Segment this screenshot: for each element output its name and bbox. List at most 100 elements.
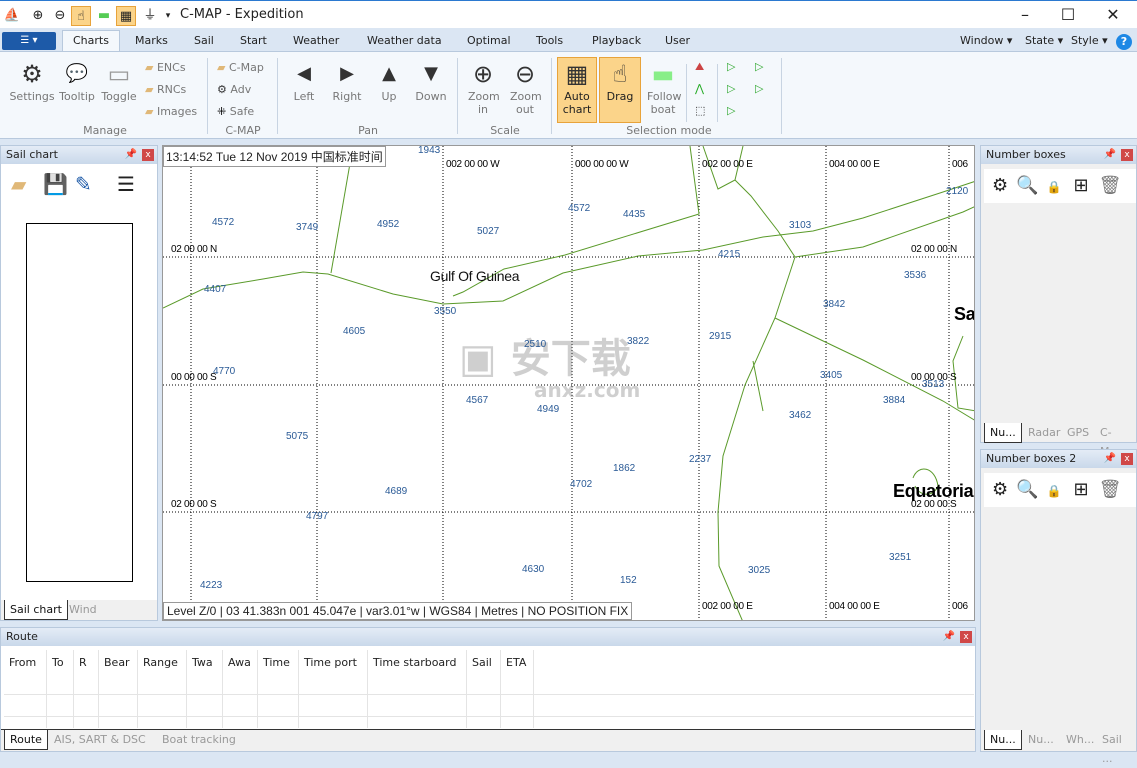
table-row[interactable] <box>4 716 974 717</box>
tab-route[interactable]: Route <box>4 730 48 750</box>
tab-wh[interactable]: Wh... <box>1061 730 1099 750</box>
longitude-label: 002 00 00 W <box>446 159 500 170</box>
boat-line-icon[interactable]: ▷ <box>727 82 735 95</box>
pin-icon[interactable]: 📌 <box>943 628 955 646</box>
help-icon[interactable]: ? <box>1116 34 1132 50</box>
safe-button[interactable]: ⁜ Safe <box>217 105 254 118</box>
depth-sounding: 4952 <box>377 219 400 230</box>
zoom-in-icon[interactable]: ⊕ <box>28 6 48 26</box>
tab-sail[interactable]: Sail <box>184 33 224 52</box>
search-icon[interactable]: 🔍 <box>1016 479 1038 500</box>
pan-up-button[interactable]: ▲ Up <box>372 58 406 103</box>
route-table: From To R Bear Range Twa Awa Time Time port Time … <box>4 650 974 728</box>
sail-chart-title: Sail chart <box>6 148 58 161</box>
tab-start[interactable]: Start <box>230 33 277 52</box>
tab-sail-chart[interactable]: Sail chart <box>4 600 68 620</box>
depth-sounding: 3822 <box>627 336 650 347</box>
tab-wind[interactable]: Wind <box>64 600 102 620</box>
tab-marks[interactable]: Marks <box>125 33 178 52</box>
close-icon[interactable]: x <box>1121 149 1133 161</box>
pin-icon[interactable]: 📌 <box>1104 450 1116 468</box>
layout-icon[interactable]: ⊞ <box>1074 175 1089 196</box>
minimize-button[interactable]: – <box>1005 5 1045 24</box>
table-row[interactable] <box>4 694 974 695</box>
cmap-button[interactable]: ▰ C-Map <box>217 61 264 74</box>
tab-weather[interactable]: Weather <box>283 33 349 52</box>
tab-user[interactable]: User <box>655 33 700 52</box>
select-pointer-icon[interactable]: ⬚ <box>695 104 705 117</box>
tab-boat-tracking[interactable]: Boat tracking <box>157 730 241 750</box>
boat-split-icon[interactable]: ▷ <box>755 60 763 73</box>
open-folder-icon[interactable]: ▰ <box>11 172 26 196</box>
tab-charts[interactable]: Charts <box>62 30 120 53</box>
gear-icon[interactable]: ⚙ <box>992 479 1008 500</box>
settings-button[interactable]: ⚙ Settings <box>8 58 56 103</box>
tab-number-boxes[interactable]: Nu... <box>984 423 1022 443</box>
boat-multi-icon[interactable]: ▷ <box>755 82 763 95</box>
lock-icon[interactable]: 🔒 <box>1047 180 1062 194</box>
auto-chart-button[interactable]: ▦ Auto chart <box>557 57 597 123</box>
hand-icon[interactable]: ☝ <box>71 6 91 26</box>
auto-chart-icon[interactable]: ▦ <box>116 6 136 26</box>
toggle-button[interactable]: ▭ Toggle <box>98 58 140 103</box>
close-icon[interactable]: x <box>960 631 972 643</box>
tab-optimal[interactable]: Optimal <box>457 33 521 52</box>
tab-radar[interactable]: Radar <box>1023 423 1065 443</box>
window-menu[interactable]: Window ▾ <box>950 33 1022 52</box>
trash-icon[interactable]: 🗑 <box>1099 175 1122 196</box>
trash-icon[interactable]: 🗑 <box>1099 479 1122 500</box>
boat-icon: ▬ <box>651 60 675 88</box>
save-as-icon[interactable]: ✎ <box>75 172 92 196</box>
gear-icon[interactable]: ⚙ <box>992 175 1008 196</box>
window-title: C-MAP - Expedition <box>180 7 304 22</box>
toggle-icon: ▭ <box>107 60 131 88</box>
tab-number-boxes-a[interactable]: Nu... <box>984 730 1022 750</box>
tab-playback[interactable]: Playback <box>582 33 651 52</box>
tab-tools[interactable]: Tools <box>526 33 573 52</box>
sail-chart-canvas <box>26 223 133 582</box>
close-icon[interactable]: x <box>1121 453 1133 465</box>
zoom-out-icon[interactable]: ⊖ <box>50 6 70 26</box>
plug-icon[interactable]: ⏚ <box>140 6 160 26</box>
close-icon[interactable]: x <box>142 149 154 161</box>
style-menu[interactable]: Style ▾ <box>1061 33 1118 52</box>
follow-boat-button[interactable]: ▬ Follow boat <box>643 58 683 116</box>
pan-right-button[interactable]: ▶ Right <box>328 58 366 103</box>
dropdown-icon[interactable]: ▾ <box>158 6 178 26</box>
tab-sail[interactable]: Sail ... <box>1097 730 1136 765</box>
layline-icon[interactable]: ⋀ <box>695 82 704 95</box>
depth-sounding: 1943 <box>418 145 441 156</box>
pan-left-button[interactable]: ◀ Left <box>286 58 322 103</box>
app-logo-icon[interactable]: ⛵ <box>2 6 22 26</box>
tab-gps[interactable]: GPS <box>1062 423 1094 443</box>
encs-button[interactable]: ▰ ENCs <box>145 61 186 74</box>
boat-route-icon[interactable]: ▷ <box>727 104 735 117</box>
numbered-list-icon[interactable]: ☰ <box>117 172 135 196</box>
adv-button[interactable]: ⚙ Adv <box>217 83 251 96</box>
rncs-button[interactable]: ▰ RNCs <box>145 83 186 96</box>
tab-number-boxes-b[interactable]: Nu... <box>1023 730 1059 750</box>
pin-icon[interactable]: 📌 <box>125 146 137 164</box>
search-icon[interactable]: 🔍 <box>1016 175 1038 196</box>
maximize-button[interactable]: ☐ <box>1048 5 1088 24</box>
lock-icon[interactable]: 🔒 <box>1047 484 1062 498</box>
pan-down-button[interactable]: ▼ Down <box>410 58 452 103</box>
tooltip-button[interactable]: 💬 Tooltip <box>56 58 98 103</box>
tab-cmap[interactable]: C-M... <box>1095 423 1136 458</box>
depth-sounding: 2510 <box>524 339 547 350</box>
drag-button[interactable]: ☝ Drag <box>599 57 641 123</box>
tab-weather-data[interactable]: Weather data <box>357 33 452 52</box>
save-icon[interactable]: 💾 <box>43 172 68 196</box>
zoom-out-button[interactable]: ⊖ Zoom out <box>505 58 545 116</box>
pin-icon[interactable]: 📌 <box>1104 146 1116 164</box>
zoom-in-button[interactable]: ⊕ Zoom in <box>463 58 503 116</box>
close-button[interactable]: ✕ <box>1093 5 1133 24</box>
polar-icon[interactable]: ⛰ <box>695 60 704 74</box>
file-menu-button[interactable]: ☰ ▾ <box>2 32 56 50</box>
layout-icon[interactable]: ⊞ <box>1074 479 1089 500</box>
boat-icon[interactable]: ▬ <box>94 6 114 26</box>
tab-ais[interactable]: AIS, SART & DSC <box>49 730 151 750</box>
images-button[interactable]: ▰ Images <box>145 105 197 118</box>
boat-mark-icon[interactable]: ▷ <box>727 60 735 73</box>
chart-map[interactable]: ▣ 安下载 anxz.com Equatoria Sa Gulf Of Guinea 0… <box>162 145 975 621</box>
